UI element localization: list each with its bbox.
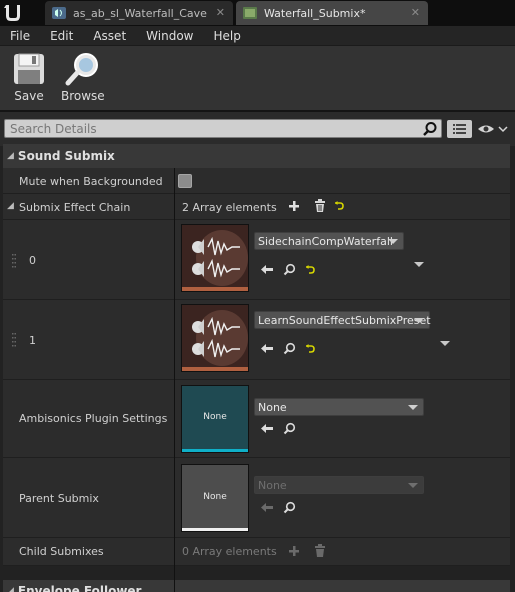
child-submixes-count: 0 Array elements (182, 545, 277, 558)
search-input[interactable] (5, 120, 415, 137)
effect-preset-thumbnail[interactable] (181, 224, 249, 292)
category-title: Envelope Follower (17, 584, 142, 592)
magnifier-icon (65, 53, 98, 86)
unreal-logo-icon[interactable] (2, 2, 24, 24)
chevron-down-icon (414, 318, 424, 323)
add-icon[interactable] (288, 200, 300, 212)
category-sound-submix[interactable]: ◢ Sound Submix (3, 144, 510, 168)
list-view-icon (453, 124, 466, 134)
parent-submix-row: Parent Submix None None (3, 458, 510, 538)
tab-label: as_ab_sl_Waterfall_Cave (73, 6, 207, 20)
menu-file[interactable]: File (0, 29, 40, 43)
trash-icon[interactable] (314, 199, 326, 212)
mute-label: Mute when Backgrounded (19, 175, 163, 188)
ambisonics-dropdown[interactable]: None (254, 398, 424, 416)
expanded-arrow-icon: ◢ (7, 586, 14, 592)
parent-submix-thumbnail[interactable]: None (181, 464, 249, 532)
asset-type-bar (182, 449, 248, 452)
menu-help[interactable]: Help (203, 29, 250, 43)
expanded-arrow-icon[interactable]: ◢ (7, 201, 14, 211)
add-icon[interactable] (288, 545, 300, 557)
view-options-button[interactable] (447, 120, 472, 138)
use-selected-arrow-icon[interactable] (261, 423, 273, 434)
parent-submix-label: Parent Submix (19, 492, 99, 505)
ambisonics-label: Ambisonics Plugin Settings (19, 412, 168, 425)
chevron-down-icon (388, 239, 398, 244)
speaker-waveform-icon (182, 225, 248, 291)
effect-chain-label: Submix Effect Chain (19, 201, 131, 214)
effect-element-row: 0 SidechainCompWaterfall (3, 220, 510, 300)
effect-preset-value: LearnSoundEffectSubmixPreset (258, 313, 431, 327)
speaker-waveform-icon (182, 305, 248, 371)
drag-handle-icon[interactable] (12, 254, 16, 268)
submix-icon (242, 6, 258, 20)
parent-submix-value: None (258, 478, 287, 492)
close-icon[interactable]: ✕ (411, 6, 420, 19)
trash-icon[interactable] (314, 544, 326, 557)
parent-submix-dropdown[interactable]: None (254, 476, 424, 494)
category-envelope-follower[interactable]: ◢ Envelope Follower (3, 580, 510, 592)
drag-handle-icon[interactable] (12, 333, 16, 347)
details-panel: ◢ Sound Submix Mute when Backgrounded ◢ … (0, 112, 515, 592)
save-icon (14, 53, 44, 84)
save-label: Save (14, 89, 44, 103)
element-index: 0 (29, 254, 36, 267)
use-selected-arrow-icon[interactable] (261, 264, 273, 275)
browse-label: Browse (61, 89, 105, 103)
tab-waterfall-submix[interactable]: Waterfall_Submix* ✕ (236, 1, 428, 25)
tab-label: Waterfall_Submix* (264, 6, 366, 20)
menu-asset[interactable]: Asset (83, 29, 136, 43)
chevron-down-icon (408, 483, 418, 488)
menu-edit[interactable]: Edit (40, 29, 83, 43)
reset-icon[interactable] (305, 265, 315, 274)
thumbnail-none-label: None (203, 492, 227, 502)
browse-asset-icon[interactable] (283, 422, 296, 435)
child-submixes-row: Child Submixes 0 Array elements (3, 538, 510, 566)
ambisonics-thumbnail[interactable]: None (181, 385, 249, 453)
save-button[interactable]: Save (12, 52, 46, 103)
element-menu-chevron-icon[interactable] (414, 262, 424, 267)
element-index: 1 (29, 334, 36, 347)
child-submixes-label: Child Submixes (19, 545, 104, 558)
effect-element-row: 1 LearnSoundEffectSubmixPreset (3, 300, 510, 380)
effect-preset-thumbnail[interactable] (181, 304, 249, 372)
menu-window[interactable]: Window (136, 29, 203, 43)
search-row (0, 112, 515, 146)
effect-preset-value: SidechainCompWaterfall (258, 234, 393, 248)
effect-chain-count: 2 Array elements (182, 201, 277, 214)
mute-checkbox[interactable] (178, 174, 192, 188)
asset-type-bar (182, 528, 248, 531)
element-menu-chevron-icon[interactable] (440, 341, 450, 346)
chevron-down-icon (408, 405, 418, 410)
ambisonics-value: None (258, 400, 287, 414)
browse-asset-icon[interactable] (283, 263, 296, 276)
use-selected-arrow-icon[interactable] (261, 502, 273, 513)
effect-chain-row: ◢ Submix Effect Chain 2 Array elements (3, 194, 510, 220)
sound-cue-icon (51, 6, 67, 20)
title-tab-bar: as_ab_sl_Waterfall_Cave ✕ Waterfall_Subm… (0, 0, 515, 26)
eye-icon[interactable] (477, 121, 509, 137)
ambisonics-row: Ambisonics Plugin Settings None None (3, 380, 510, 458)
search-icon[interactable] (422, 121, 438, 137)
search-box (4, 119, 442, 138)
menu-bar: File Edit Asset Window Help (0, 26, 515, 45)
browse-button[interactable]: Browse (61, 52, 105, 103)
column-splitter[interactable] (174, 168, 175, 592)
use-selected-arrow-icon[interactable] (261, 343, 273, 354)
close-icon[interactable]: ✕ (216, 6, 225, 19)
browse-asset-icon[interactable] (283, 342, 296, 355)
expanded-arrow-icon: ◢ (7, 151, 14, 161)
category-title: Sound Submix (17, 149, 115, 163)
reset-icon[interactable] (305, 344, 315, 353)
effect-preset-dropdown[interactable]: SidechainCompWaterfall (254, 232, 404, 250)
browse-asset-icon[interactable] (283, 501, 296, 514)
tab-waterfall-cave[interactable]: as_ab_sl_Waterfall_Cave ✕ (45, 1, 233, 25)
thumbnail-none-label: None (203, 412, 227, 422)
toolbar: Save Browse (0, 45, 515, 110)
mute-row: Mute when Backgrounded (3, 168, 510, 194)
effect-preset-dropdown[interactable]: LearnSoundEffectSubmixPreset (254, 311, 431, 329)
reset-icon[interactable] (334, 201, 344, 210)
